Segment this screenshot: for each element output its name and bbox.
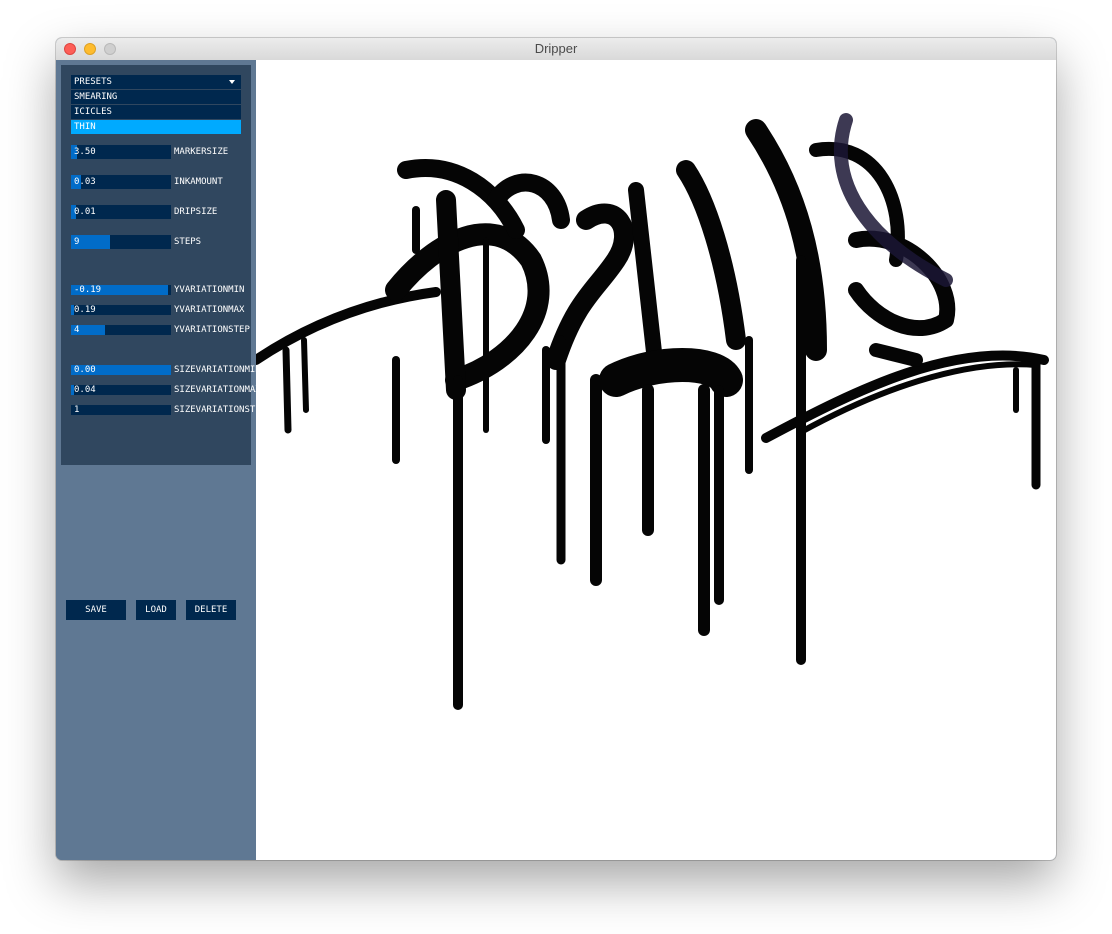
preset-item-icicles[interactable]: ICICLES — [71, 105, 241, 119]
letter-stroke — [599, 348, 743, 397]
delete-button[interactable]: DELETE — [186, 600, 236, 620]
yvariationmax-label: YVARIATIONMAX — [174, 305, 245, 315]
yvariationstep-slider[interactable]: 4 — [71, 325, 171, 335]
slider-value: 4 — [74, 325, 80, 335]
sizevariationmin-slider[interactable]: 0.00 — [71, 365, 171, 375]
sizevariationstep-label: SIZEVARIATIONSTEP — [174, 405, 267, 415]
steps-label: STEPS — [174, 237, 202, 247]
letter-stroke — [745, 119, 827, 361]
slider-value: -0.19 — [74, 285, 102, 295]
slider-value: 1 — [74, 405, 80, 415]
sizevariationmax-label: SIZEVARIATIONMAX — [174, 385, 261, 395]
slider-value: 9 — [74, 237, 80, 247]
drip — [282, 346, 292, 434]
yvariationstep-label: YVARIATIONSTEP — [174, 325, 250, 335]
drip — [301, 337, 309, 413]
yvariationmin-slider[interactable]: -0.19 — [71, 285, 171, 295]
inkamount-slider[interactable]: 0.03 — [71, 175, 171, 189]
presets-dropdown-label: PRESETS — [74, 77, 112, 87]
slider-value: 0.01 — [74, 207, 96, 217]
letter-stroke — [628, 182, 664, 378]
letter-stroke — [676, 160, 746, 350]
markersize-label: MARKERSIZE — [174, 147, 229, 157]
sidebar: PRESETS SMEARING ICICLES THIN 3.50 MARKE… — [56, 60, 266, 860]
sizevariationmax-slider[interactable]: 0.04 — [71, 385, 171, 395]
window-title: Dripper — [534, 41, 578, 56]
chevron-down-icon — [229, 80, 235, 84]
presets-dropdown[interactable]: PRESETS — [71, 75, 241, 89]
letter-stroke — [436, 190, 466, 400]
sizevariationmin-label: SIZEVARIATIONMIN — [174, 365, 261, 375]
yvariationmax-slider[interactable]: 0.19 — [71, 305, 171, 315]
graffiti-drawing — [256, 113, 1049, 710]
preset-item-smearing[interactable]: SMEARING — [71, 90, 241, 104]
dripsize-label: DRIPSIZE — [174, 207, 218, 217]
letter-stroke — [546, 203, 635, 370]
sizevariationstep-slider[interactable]: 1 — [71, 405, 171, 415]
controls-panel: PRESETS SMEARING ICICLES THIN 3.50 MARKE… — [61, 65, 266, 465]
save-button[interactable]: SAVE — [66, 600, 126, 620]
steps-slider[interactable]: 9 — [71, 235, 171, 249]
inkamount-label: INKAMOUNT — [174, 177, 223, 187]
letter-stroke — [385, 223, 550, 391]
title-bar[interactable]: Dripper — [56, 38, 1056, 61]
letter-stroke — [869, 343, 923, 367]
dripsize-slider[interactable]: 0.01 — [71, 205, 171, 219]
drawing-canvas[interactable] — [256, 60, 1056, 860]
slider-value: 0.03 — [74, 177, 96, 187]
slider-value: 3.50 — [74, 147, 96, 157]
slider-value: 0.19 — [74, 305, 96, 315]
app-window: Dripper PRESETS SMEARING ICICLES THIN 3.… — [56, 38, 1056, 860]
yvariationmin-label: YVARIATIONMIN — [174, 285, 245, 295]
markersize-slider[interactable]: 3.50 — [71, 145, 171, 159]
preset-item-thin[interactable]: THIN — [71, 120, 241, 134]
slider-value: 0.04 — [74, 385, 96, 395]
slider-value: 0.00 — [74, 365, 96, 375]
load-button[interactable]: LOAD — [136, 600, 176, 620]
